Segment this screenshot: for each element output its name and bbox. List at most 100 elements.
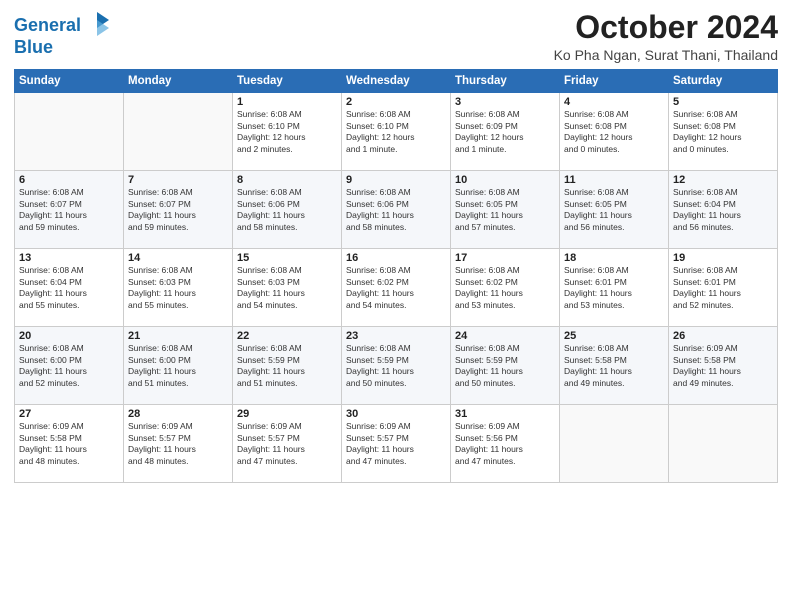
cell-info: Sunrise: 6:08 AMSunset: 6:03 PMDaylight:…	[237, 265, 337, 311]
calendar-cell: 19Sunrise: 6:08 AMSunset: 6:01 PMDayligh…	[669, 249, 778, 327]
calendar-cell: 14Sunrise: 6:08 AMSunset: 6:03 PMDayligh…	[124, 249, 233, 327]
cell-info: Sunrise: 6:09 AMSunset: 5:56 PMDaylight:…	[455, 421, 555, 467]
calendar-cell: 31Sunrise: 6:09 AMSunset: 5:56 PMDayligh…	[451, 405, 560, 483]
calendar-cell	[560, 405, 669, 483]
day-number: 16	[346, 252, 446, 264]
day-number: 13	[19, 252, 119, 264]
calendar-cell: 29Sunrise: 6:09 AMSunset: 5:57 PMDayligh…	[233, 405, 342, 483]
cell-info: Sunrise: 6:08 AMSunset: 6:06 PMDaylight:…	[237, 187, 337, 233]
day-number: 27	[19, 408, 119, 420]
calendar-cell: 7Sunrise: 6:08 AMSunset: 6:07 PMDaylight…	[124, 171, 233, 249]
day-number: 23	[346, 330, 446, 342]
calendar-week-row: 1Sunrise: 6:08 AMSunset: 6:10 PMDaylight…	[15, 93, 778, 171]
calendar-table: SundayMondayTuesdayWednesdayThursdayFrid…	[14, 69, 778, 483]
header: General Blue October 2024 Ko Pha Ngan, S…	[14, 10, 778, 63]
cell-info: Sunrise: 6:08 AMSunset: 6:00 PMDaylight:…	[19, 343, 119, 389]
calendar-cell: 17Sunrise: 6:08 AMSunset: 6:02 PMDayligh…	[451, 249, 560, 327]
cell-info: Sunrise: 6:08 AMSunset: 6:10 PMDaylight:…	[346, 109, 446, 155]
day-number: 11	[564, 174, 664, 186]
calendar-cell: 5Sunrise: 6:08 AMSunset: 6:08 PMDaylight…	[669, 93, 778, 171]
day-number: 22	[237, 330, 337, 342]
day-number: 30	[346, 408, 446, 420]
calendar-cell: 4Sunrise: 6:08 AMSunset: 6:08 PMDaylight…	[560, 93, 669, 171]
day-number: 12	[673, 174, 773, 186]
day-number: 17	[455, 252, 555, 264]
day-number: 18	[564, 252, 664, 264]
calendar-cell	[124, 93, 233, 171]
weekday-header-saturday: Saturday	[669, 70, 778, 93]
day-number: 15	[237, 252, 337, 264]
calendar-cell: 1Sunrise: 6:08 AMSunset: 6:10 PMDaylight…	[233, 93, 342, 171]
calendar-week-row: 6Sunrise: 6:08 AMSunset: 6:07 PMDaylight…	[15, 171, 778, 249]
day-number: 19	[673, 252, 773, 264]
day-number: 28	[128, 408, 228, 420]
cell-info: Sunrise: 6:09 AMSunset: 5:58 PMDaylight:…	[673, 343, 773, 389]
cell-info: Sunrise: 6:08 AMSunset: 5:58 PMDaylight:…	[564, 343, 664, 389]
calendar-cell: 18Sunrise: 6:08 AMSunset: 6:01 PMDayligh…	[560, 249, 669, 327]
calendar-cell: 27Sunrise: 6:09 AMSunset: 5:58 PMDayligh…	[15, 405, 124, 483]
calendar-cell: 15Sunrise: 6:08 AMSunset: 6:03 PMDayligh…	[233, 249, 342, 327]
calendar-cell: 21Sunrise: 6:08 AMSunset: 6:00 PMDayligh…	[124, 327, 233, 405]
calendar-week-row: 13Sunrise: 6:08 AMSunset: 6:04 PMDayligh…	[15, 249, 778, 327]
cell-info: Sunrise: 6:08 AMSunset: 6:07 PMDaylight:…	[19, 187, 119, 233]
cell-info: Sunrise: 6:09 AMSunset: 5:57 PMDaylight:…	[346, 421, 446, 467]
cell-info: Sunrise: 6:09 AMSunset: 5:57 PMDaylight:…	[128, 421, 228, 467]
weekday-header-wednesday: Wednesday	[342, 70, 451, 93]
calendar-cell: 8Sunrise: 6:08 AMSunset: 6:06 PMDaylight…	[233, 171, 342, 249]
cell-info: Sunrise: 6:08 AMSunset: 6:01 PMDaylight:…	[564, 265, 664, 311]
day-number: 6	[19, 174, 119, 186]
calendar-cell: 30Sunrise: 6:09 AMSunset: 5:57 PMDayligh…	[342, 405, 451, 483]
calendar-week-row: 20Sunrise: 6:08 AMSunset: 6:00 PMDayligh…	[15, 327, 778, 405]
calendar-page: General Blue October 2024 Ko Pha Ngan, S…	[0, 0, 792, 612]
cell-info: Sunrise: 6:08 AMSunset: 6:07 PMDaylight:…	[128, 187, 228, 233]
calendar-cell: 20Sunrise: 6:08 AMSunset: 6:00 PMDayligh…	[15, 327, 124, 405]
cell-info: Sunrise: 6:08 AMSunset: 6:08 PMDaylight:…	[673, 109, 773, 155]
cell-info: Sunrise: 6:09 AMSunset: 5:57 PMDaylight:…	[237, 421, 337, 467]
day-number: 2	[346, 96, 446, 108]
day-number: 8	[237, 174, 337, 186]
weekday-header-sunday: Sunday	[15, 70, 124, 93]
calendar-cell: 26Sunrise: 6:09 AMSunset: 5:58 PMDayligh…	[669, 327, 778, 405]
cell-info: Sunrise: 6:09 AMSunset: 5:58 PMDaylight:…	[19, 421, 119, 467]
cell-info: Sunrise: 6:08 AMSunset: 5:59 PMDaylight:…	[346, 343, 446, 389]
day-number: 24	[455, 330, 555, 342]
calendar-cell: 16Sunrise: 6:08 AMSunset: 6:02 PMDayligh…	[342, 249, 451, 327]
day-number: 21	[128, 330, 228, 342]
cell-info: Sunrise: 6:08 AMSunset: 6:02 PMDaylight:…	[455, 265, 555, 311]
calendar-cell: 28Sunrise: 6:09 AMSunset: 5:57 PMDayligh…	[124, 405, 233, 483]
cell-info: Sunrise: 6:08 AMSunset: 6:09 PMDaylight:…	[455, 109, 555, 155]
calendar-cell: 12Sunrise: 6:08 AMSunset: 6:04 PMDayligh…	[669, 171, 778, 249]
calendar-cell: 11Sunrise: 6:08 AMSunset: 6:05 PMDayligh…	[560, 171, 669, 249]
day-number: 4	[564, 96, 664, 108]
weekday-header-monday: Monday	[124, 70, 233, 93]
day-number: 3	[455, 96, 555, 108]
cell-info: Sunrise: 6:08 AMSunset: 6:10 PMDaylight:…	[237, 109, 337, 155]
day-number: 5	[673, 96, 773, 108]
month-title: October 2024	[554, 10, 778, 45]
calendar-cell	[15, 93, 124, 171]
day-number: 25	[564, 330, 664, 342]
cell-info: Sunrise: 6:08 AMSunset: 5:59 PMDaylight:…	[455, 343, 555, 389]
calendar-cell: 10Sunrise: 6:08 AMSunset: 6:05 PMDayligh…	[451, 171, 560, 249]
calendar-cell	[669, 405, 778, 483]
day-number: 10	[455, 174, 555, 186]
title-block: October 2024 Ko Pha Ngan, Surat Thani, T…	[554, 10, 778, 63]
calendar-cell: 22Sunrise: 6:08 AMSunset: 5:59 PMDayligh…	[233, 327, 342, 405]
cell-info: Sunrise: 6:08 AMSunset: 6:08 PMDaylight:…	[564, 109, 664, 155]
logo-text-blue: Blue	[14, 37, 53, 57]
weekday-header-tuesday: Tuesday	[233, 70, 342, 93]
cell-info: Sunrise: 6:08 AMSunset: 6:01 PMDaylight:…	[673, 265, 773, 311]
day-number: 29	[237, 408, 337, 420]
day-number: 7	[128, 174, 228, 186]
calendar-cell: 3Sunrise: 6:08 AMSunset: 6:09 PMDaylight…	[451, 93, 560, 171]
cell-info: Sunrise: 6:08 AMSunset: 5:59 PMDaylight:…	[237, 343, 337, 389]
logo-text: General	[14, 16, 81, 36]
cell-info: Sunrise: 6:08 AMSunset: 6:06 PMDaylight:…	[346, 187, 446, 233]
logo-icon	[83, 10, 111, 38]
weekday-header-row: SundayMondayTuesdayWednesdayThursdayFrid…	[15, 70, 778, 93]
day-number: 14	[128, 252, 228, 264]
cell-info: Sunrise: 6:08 AMSunset: 6:03 PMDaylight:…	[128, 265, 228, 311]
weekday-header-thursday: Thursday	[451, 70, 560, 93]
day-number: 1	[237, 96, 337, 108]
cell-info: Sunrise: 6:08 AMSunset: 6:02 PMDaylight:…	[346, 265, 446, 311]
